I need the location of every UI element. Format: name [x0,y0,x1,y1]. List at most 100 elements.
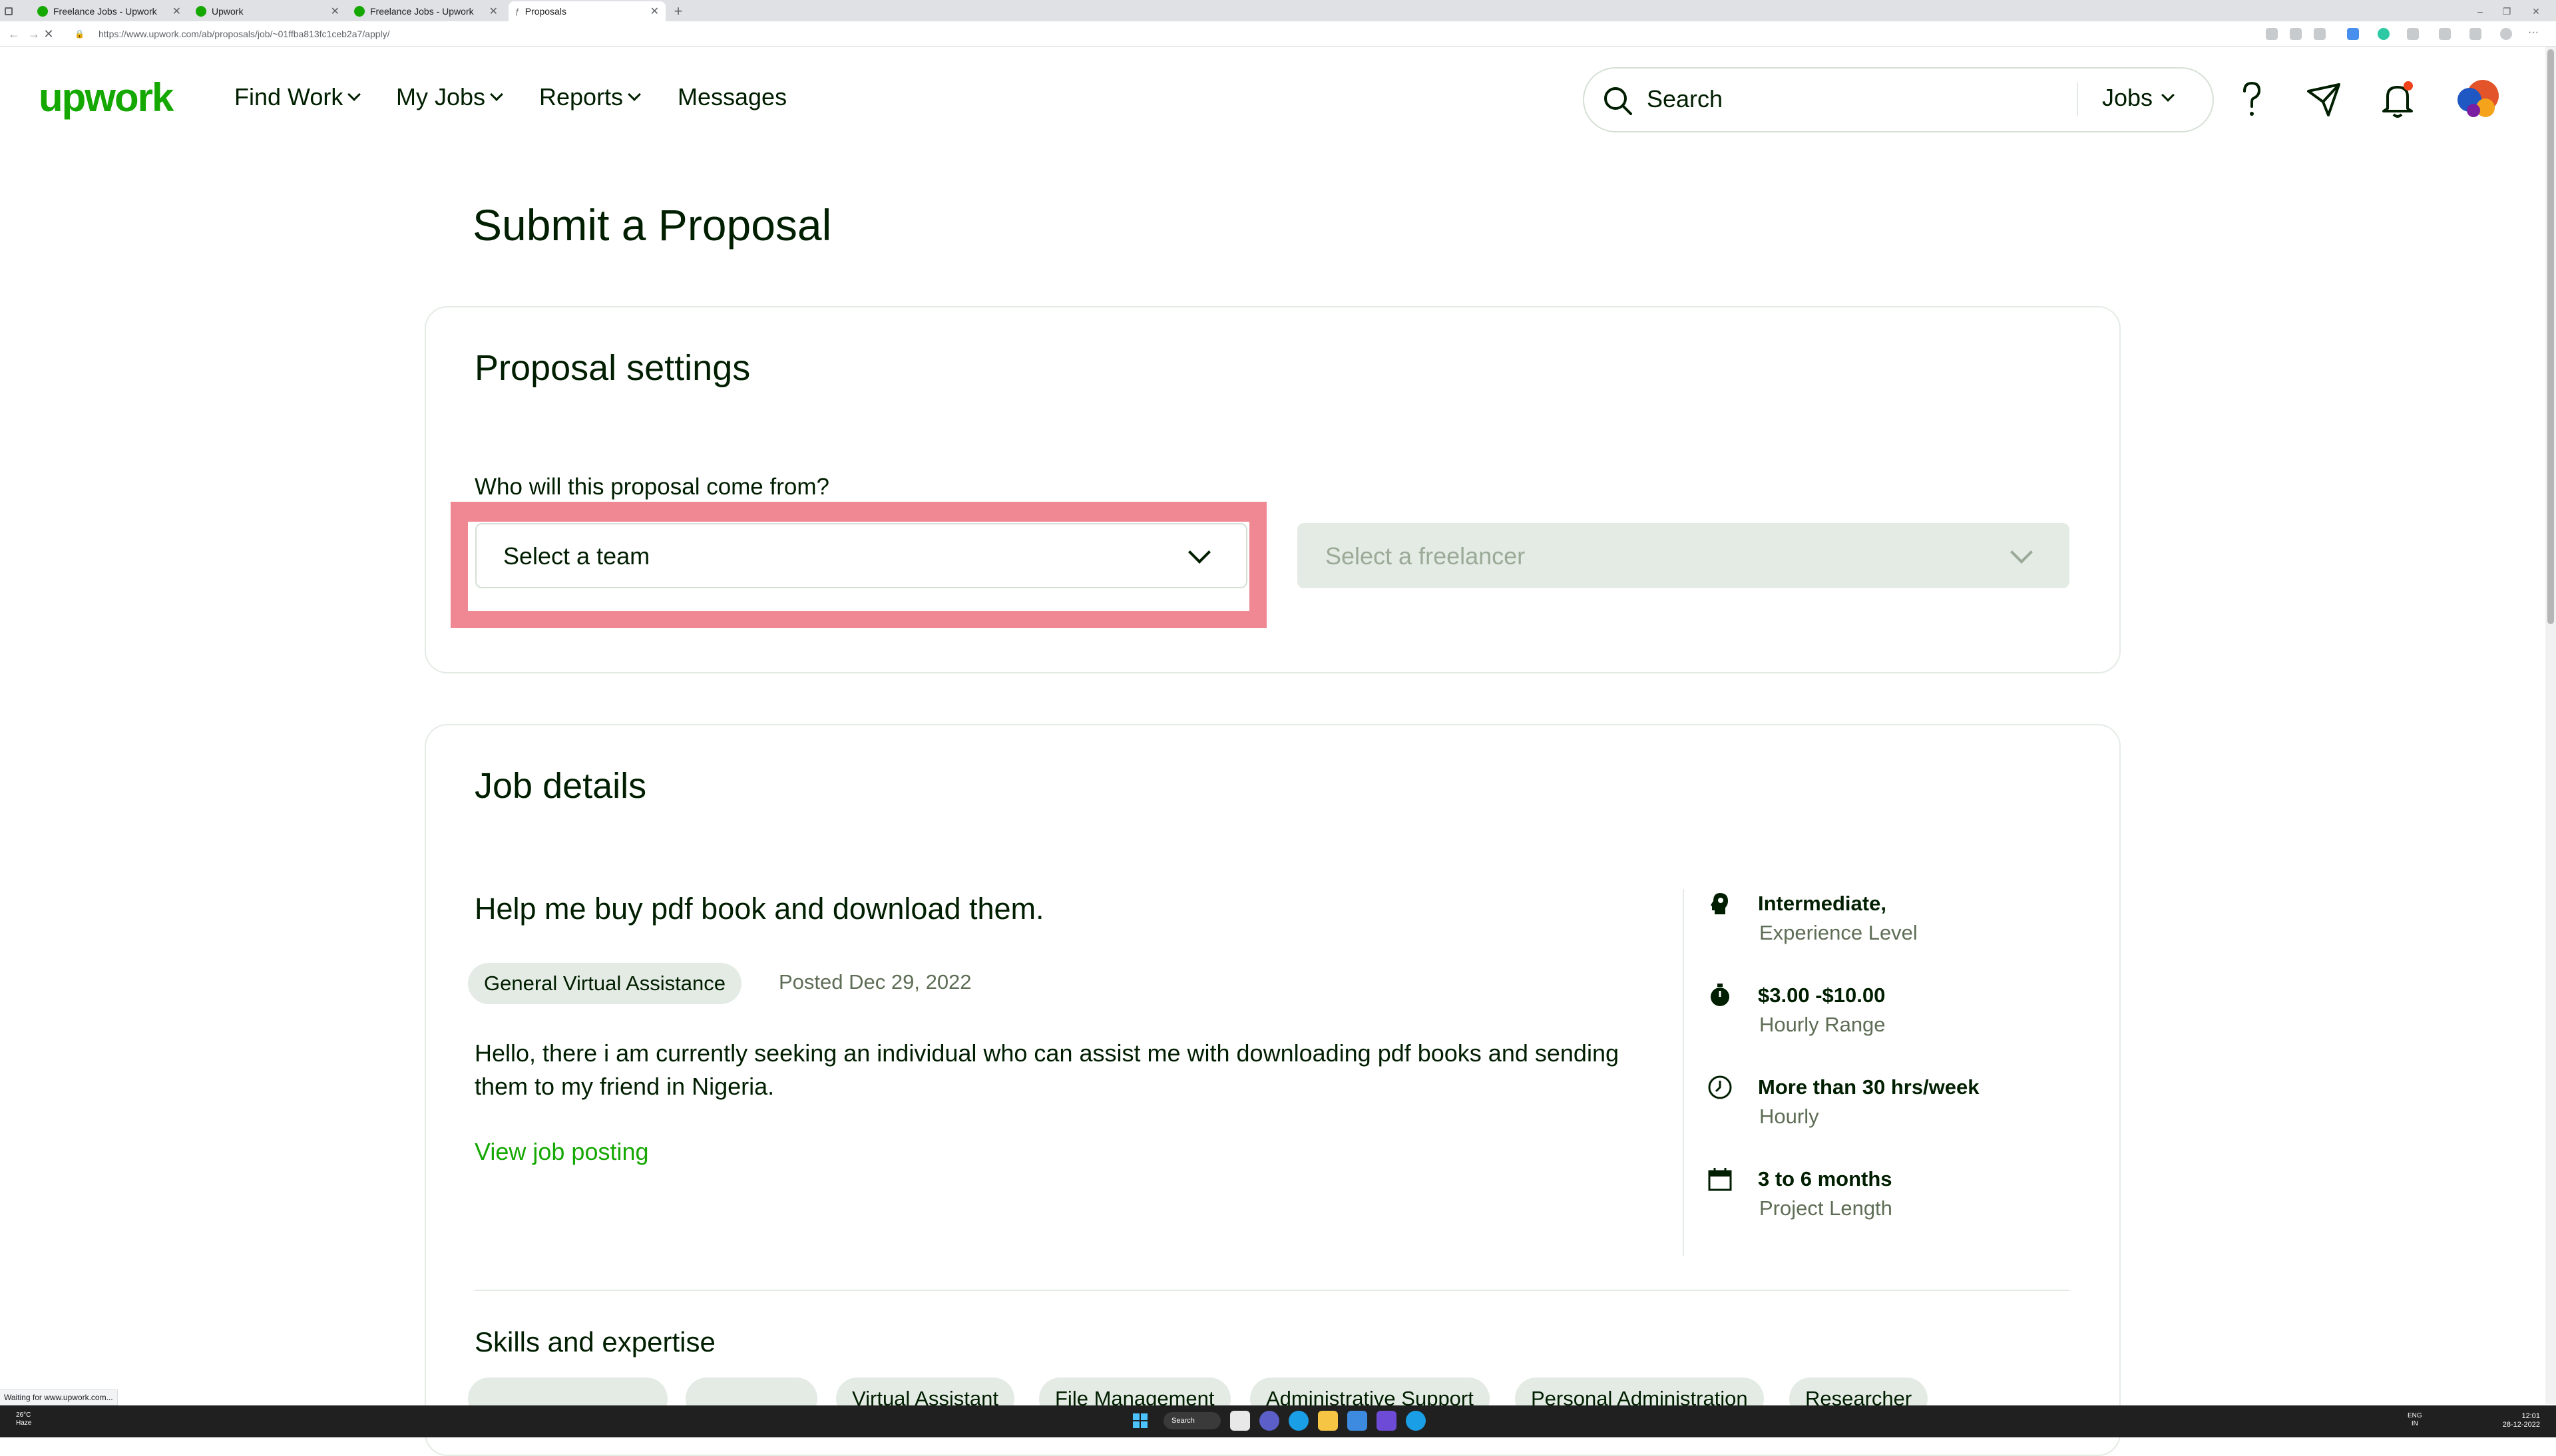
chevron-down-icon [2161,89,2175,102]
scrollbar-thumb[interactable] [2547,49,2554,624]
category-tag[interactable]: General Virtual Assistance [468,963,742,1004]
region-code: IN [2411,1420,2418,1427]
weather-temp: 26°C [16,1411,31,1419]
job-details-heading: Job details [475,766,647,806]
upwork-logo[interactable]: upwork [39,75,174,120]
hours-per-week-value: More than 30 hrs/week [1758,1075,1980,1099]
weather-condition: Haze [16,1419,32,1427]
zoom-icon[interactable] [2290,28,2302,40]
tab-label: Proposals [525,6,566,17]
experience-level-label: Experience Level [1759,921,1918,944]
chevron-down-icon [490,88,503,101]
extension-icon[interactable] [2347,28,2359,40]
tab-actions-icon[interactable] [3,1,15,21]
nav-label: Reports [539,83,624,110]
search-placeholder[interactable]: Search [1647,85,1723,113]
upwork-favicon-icon [196,6,206,17]
tab-label: Upwork [212,6,244,17]
chevron-down-icon [628,88,641,101]
search-divider [2077,83,2078,116]
favorites-icon[interactable] [2439,28,2451,40]
chevron-down-icon [347,88,361,101]
page-title: Submit a Proposal [473,200,832,250]
clock-date: 28-12-2022 [2502,1421,2540,1429]
taskbar-search-label: Search [1172,1417,1195,1425]
select-freelancer-value[interactable]: Select a freelancer [1325,542,1525,570]
project-length-label: Project Length [1759,1196,1892,1220]
nav-reports[interactable]: Reports [539,83,641,111]
browser-tab[interactable]: Freelance Jobs - Upwork ✕ [31,1,188,21]
edge-browser-icon[interactable] [1289,1411,1309,1431]
project-length-value: 3 to 6 months [1758,1167,1892,1190]
refresh-extension-icon[interactable] [2407,28,2419,40]
select-team-value[interactable]: Select a team [503,542,650,570]
language-code: ENG [2408,1412,2422,1419]
nav-find-work[interactable]: Find Work [234,83,361,111]
tracking-icon[interactable] [2314,28,2326,40]
maximize-icon[interactable]: ❐ [2493,1,2520,21]
job-title: Help me buy pdf book and download them. [475,892,1044,926]
browser-tab-bar: Freelance Jobs - Upwork ✕ Upwork ✕ Freel… [0,0,2556,21]
weather-widget[interactable]: 26°C Haze [16,1411,31,1427]
minimize-icon[interactable]: – [2467,1,2493,21]
close-window-icon[interactable]: ✕ [2523,1,2549,21]
help-icon[interactable] [2229,77,2275,123]
posted-date: Posted Dec 29, 2022 [779,970,972,994]
taskbar-search[interactable]: Search [1164,1412,1221,1429]
url-field[interactable]: https://www.upwork.com/ab/proposals/job/… [99,27,390,41]
direct-contracts-icon[interactable] [2300,77,2347,123]
close-tab-icon[interactable]: ✕ [650,5,659,18]
view-job-posting-link[interactable]: View job posting [475,1138,649,1166]
experience-level-icon [1711,893,1728,914]
browser-tab[interactable]: Upwork ✕ [189,1,346,21]
tab-label: Freelance Jobs - Upwork [53,6,157,17]
user-avatar[interactable] [2450,72,2505,128]
browser-tab[interactable]: Freelance Jobs - Upwork ✕ [347,1,505,21]
file-explorer-icon[interactable] [1318,1411,1338,1431]
job-details-divider [1683,889,1684,1256]
close-tab-icon[interactable]: ✕ [172,5,181,18]
clock-time: 12:01 [2521,1412,2540,1420]
nav-label: Messages [678,83,787,110]
search-scope-label: Jobs [2102,84,2153,111]
store-icon[interactable] [1347,1411,1367,1431]
nav-my-jobs[interactable]: My Jobs [396,83,503,111]
read-aloud-icon[interactable] [2266,28,2278,40]
language-indicator[interactable]: ENG IN [2408,1412,2422,1428]
back-icon[interactable]: ← [5,25,23,43]
more-options-icon[interactable]: ··· [2528,27,2540,40]
windows-start-icon[interactable] [1130,1411,1150,1431]
profile-icon[interactable] [2500,28,2512,40]
clock-icon [1708,1075,1732,1099]
proposal-source-label: Who will this proposal come from? [475,474,829,500]
stop-loading-icon[interactable]: ✕ [40,25,57,43]
proposal-settings-heading: Proposal settings [475,348,751,388]
hourly-range-label: Hourly Range [1759,1013,1886,1036]
skills-heading: Skills and expertise [475,1326,716,1358]
notifications-bell-icon[interactable] [2374,77,2421,123]
system-clock[interactable]: 12:01 28-12-2022 [2503,1412,2540,1429]
calendar-icon [1708,1168,1732,1191]
new-tab-icon[interactable]: + [668,1,688,21]
edge-dev-icon[interactable] [1406,1411,1426,1431]
lock-icon: 🔒 [75,29,85,39]
experience-level-value: Intermediate, [1758,892,1886,915]
chat-icon[interactable] [1259,1411,1279,1431]
hourly-range-value: $3.00 -$10.00 [1758,984,1886,1007]
upwork-favicon-icon [37,6,48,17]
hourly-range-icon [1711,984,1729,1006]
close-tab-icon[interactable]: ✕ [331,5,339,18]
close-tab-icon[interactable]: ✕ [489,5,498,18]
browser-tab-active[interactable]: ƒ Proposals ✕ [509,1,666,21]
task-view-icon[interactable] [1230,1411,1250,1431]
nav-label: Find Work [234,83,343,110]
nav-messages[interactable]: Messages [678,83,787,111]
collections-icon[interactable] [2469,28,2481,40]
nav-label: My Jobs [396,83,486,110]
hours-per-week-label: Hourly [1759,1105,1819,1128]
visual-studio-icon[interactable] [1377,1411,1396,1431]
search-scope-select[interactable]: Jobs [2102,84,2175,112]
grammarly-icon[interactable] [2378,28,2390,40]
search-icon [1604,87,1632,115]
section-divider [475,1290,2069,1291]
